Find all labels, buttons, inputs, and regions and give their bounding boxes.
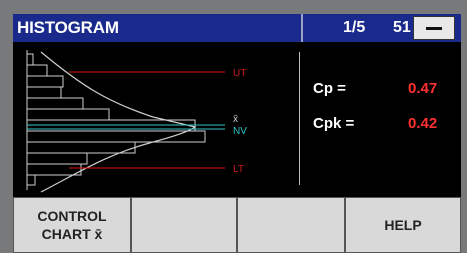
distribution-curve: [40, 51, 197, 193]
histogram-bar: [26, 141, 136, 154]
upper-limit-label: UT: [233, 68, 246, 79]
softkey-control-chart[interactable]: CONTROL CHART x̄: [13, 197, 131, 253]
title-bar: HISTOGRAM 1/5 51: [13, 14, 461, 42]
histogram-bar: [26, 163, 82, 176]
status-indicator: [413, 16, 455, 40]
cp-value: 0.47: [408, 80, 438, 97]
histogram-bar: [26, 108, 110, 121]
cpk-label: Cpk =: [313, 115, 355, 132]
screen-title: HISTOGRAM: [17, 18, 119, 37]
title-separator: [301, 14, 303, 42]
status-bar-icon: [426, 27, 442, 30]
nominal-label: NV: [233, 126, 247, 137]
histogram-screen: HISTOGRAM 1/5 51 UT x̄ NV LT Cp = 0.47 C…: [0, 0, 467, 253]
histogram-bar: [26, 130, 206, 143]
histogram-bar: [26, 174, 36, 186]
softkey-bar: CONTROL CHART x̄ HELP: [13, 197, 461, 253]
histogram-panel: UT x̄ NV LT Cp = 0.47 Cpk = 0.42: [13, 42, 461, 197]
lower-limit-label: LT: [233, 164, 244, 175]
histogram-chart: UT x̄ NV LT: [26, 50, 247, 193]
softkey-label: HELP: [384, 217, 422, 233]
histogram-bar: [26, 97, 84, 110]
histogram-bar: [26, 53, 34, 66]
histogram-bar: [26, 152, 88, 165]
softkey-label-line1: CONTROL: [37, 208, 107, 224]
cpk-value: 0.42: [408, 115, 438, 132]
softkey-blank-2[interactable]: [131, 197, 237, 253]
cp-label: Cp =: [313, 80, 346, 97]
softkey-help[interactable]: HELP: [345, 197, 461, 253]
histogram-bar: [26, 75, 64, 88]
sample-count: 51: [393, 19, 411, 36]
histogram-bar: [26, 86, 62, 99]
softkey-blank-3[interactable]: [237, 197, 345, 253]
mean-label: x̄: [233, 114, 238, 125]
page-indicator: 1/5: [343, 19, 366, 36]
softkey-label-line2: CHART x̄: [41, 226, 103, 242]
histogram-bar: [26, 64, 48, 77]
panel-divider: [299, 52, 300, 185]
